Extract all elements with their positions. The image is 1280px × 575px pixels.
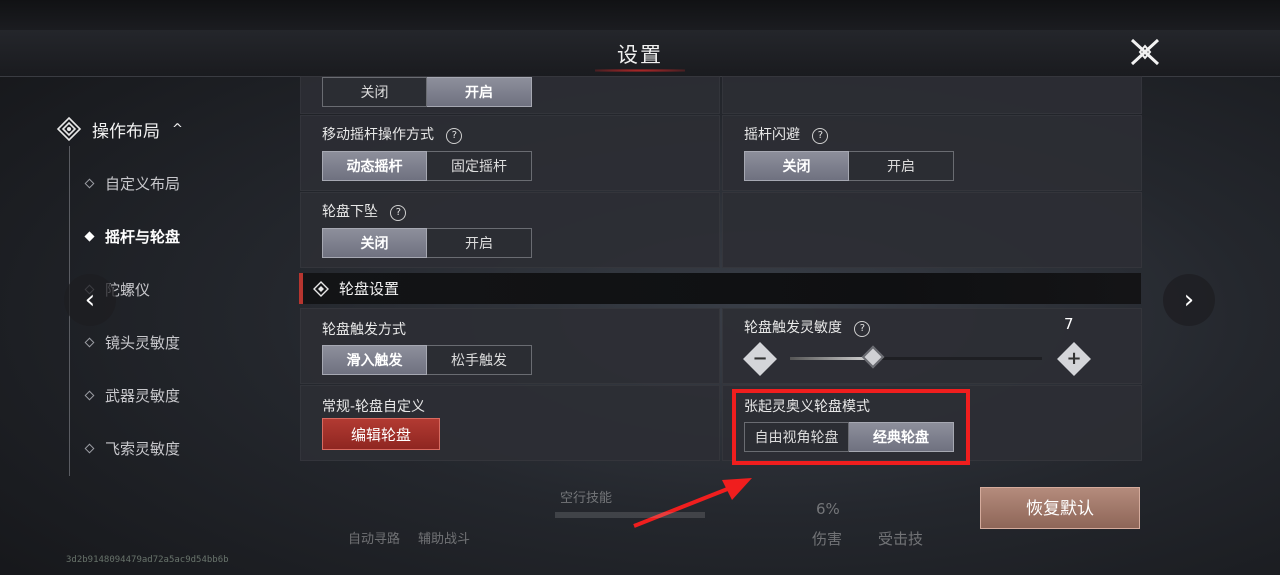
sensitivity-slider[interactable] [790,345,1042,369]
setting-joystick-dodge: 摇杆闪避 ? 关闭 开启 [722,115,1142,191]
trigger-mode-release[interactable]: 松手触发 [427,345,532,375]
wheel-drop-off[interactable]: 关闭 [322,228,427,258]
edit-wheel-button[interactable]: 编辑轮盘 [322,418,440,450]
hud-damage-label: 伤害 [812,530,843,548]
wheel-drop-segmented: 关闭 开启 [322,228,532,258]
section-accent-bar [299,273,303,304]
title-bar: 设置 [0,30,1280,77]
bullet-icon [84,390,95,400]
joystick-mode-fixed[interactable]: 固定摇杆 [427,151,532,181]
wheel-settings-section-header: 轮盘设置 [299,273,1141,304]
joystick-dodge-off[interactable]: 关闭 [744,151,849,181]
joystick-dodge-label: 摇杆闪避 [744,127,800,143]
joystick-dodge-label-row: 摇杆闪避 ? [744,124,829,144]
setting-wheel-drop: 轮盘下坠 ? 关闭 开启 [300,192,720,268]
setting-panel-empty [722,192,1142,268]
page-title: 设置 [0,39,1280,72]
section-title: 轮盘设置 [339,280,400,298]
top-toggle-off[interactable]: 关闭 [322,77,427,107]
trigger-mode-segmented: 滑入触发 松手触发 [322,345,532,375]
hud-skill-bar-label: 空行技能 [560,491,613,506]
chevron-up-icon: ^ [172,121,183,137]
sidebar-category-layout[interactable]: 操作布局 ^ [56,116,183,142]
joystick-mode-dynamic[interactable]: 动态摇杆 [322,151,427,181]
settings-sidebar: 操作布局 ^ 自定义布局 摇杆与轮盘 陀螺仪 镜头灵敏度 武器灵敏度 飞索灵敏度 [0,76,290,496]
trigger-mode-slide-in[interactable]: 滑入触发 [322,345,427,375]
sidebar-item-grapple-sensitivity[interactable]: 飞索灵敏度 [84,435,181,461]
diamond-layout-icon [56,116,82,142]
sensitivity-increase-button[interactable]: + [1057,342,1091,376]
prev-page-button[interactable]: ‹ [64,274,116,326]
next-page-button[interactable]: › [1163,274,1215,326]
sidebar-item-label: 镜头灵敏度 [105,333,181,352]
bullet-icon [84,178,95,188]
sidebar-item-label: 飞索灵敏度 [105,439,181,458]
chevron-left-icon: ‹ [84,285,96,315]
setting-ultimate-wheel-mode: 张起灵奥义轮盘模式 自由视角轮盘 经典轮盘 [722,385,1142,461]
chevron-right-icon: › [1183,285,1195,315]
bullet-icon [84,337,95,347]
game-top-strip [0,0,1280,30]
bullet-icon [84,231,95,241]
close-icon[interactable] [1128,37,1162,67]
help-icon[interactable]: ? [812,128,829,144]
diamond-section-icon [313,281,329,297]
trigger-mode-label: 轮盘触发方式 [322,322,406,338]
hud-hit-skill: 受击技 [878,530,924,548]
hud-assist-fight: 辅助战斗 [418,532,471,547]
setting-joystick-mode: 移动摇杆操作方式 ? 动态摇杆 固定摇杆 [300,115,720,191]
wheel-drop-label: 轮盘下坠 [322,204,378,220]
sidebar-item-label: 摇杆与轮盘 [105,227,181,246]
bullet-icon [84,443,95,453]
joystick-mode-label-row: 移动摇杆操作方式 ? [322,124,463,144]
status-bar-text: 3d2b9148094479ad72a5ac9d54bb6b [66,555,229,565]
hud-damage-percent: 6% [816,500,840,518]
ultimate-mode-segmented: 自由视角轮盘 经典轮盘 [744,422,954,452]
wheel-drop-on[interactable]: 开启 [427,228,532,258]
joystick-dodge-segmented: 关闭 开启 [744,151,954,181]
top-toggle-on[interactable]: 开启 [427,77,532,107]
setting-panel-top-right [722,76,1142,114]
plus-icon: + [1066,348,1082,369]
sensitivity-value: 7 [1064,315,1074,333]
wheel-drop-label-row: 轮盘下坠 ? [322,201,407,221]
sidebar-item-camera-sensitivity[interactable]: 镜头灵敏度 [84,329,181,355]
ultimate-mode-label: 张起灵奥义轮盘模式 [744,399,870,415]
top-toggle-segmented: 关闭 开启 [322,77,532,107]
ultimate-mode-classic[interactable]: 经典轮盘 [849,422,954,452]
sidebar-item-label: 武器灵敏度 [105,386,181,405]
restore-defaults-button[interactable]: 恢复默认 [980,487,1140,529]
annotation-arrow-icon [633,478,752,528]
joystick-dodge-on[interactable]: 开启 [849,151,954,181]
minus-icon: − [752,348,768,369]
ultimate-mode-free-view[interactable]: 自由视角轮盘 [744,422,849,452]
help-icon[interactable]: ? [390,205,407,221]
hud-auto-path: 自动寻路 [348,532,401,547]
sensitivity-slider-fill [790,357,874,360]
help-icon[interactable]: ? [446,128,463,144]
sidebar-item-custom-layout[interactable]: 自定义布局 [84,170,181,196]
sidebar-item-joystick-wheel[interactable]: 摇杆与轮盘 [84,223,181,249]
sidebar-item-weapon-sensitivity[interactable]: 武器灵敏度 [84,382,181,408]
sensitivity-decrease-button[interactable]: − [743,342,777,376]
joystick-mode-label: 移动摇杆操作方式 [322,127,434,143]
setting-panel-top-left: 关闭 开启 [300,76,720,114]
help-icon[interactable]: ? [854,321,871,337]
sidebar-category-label: 操作布局 [92,121,160,142]
joystick-mode-segmented: 动态摇杆 固定摇杆 [322,151,532,181]
hud-skill-bar [555,512,705,518]
custom-wheel-label: 常规-轮盘自定义 [322,399,426,415]
sensitivity-label: 轮盘触发灵敏度 [744,320,842,336]
sensitivity-label-row: 轮盘触发灵敏度 ? [744,317,871,337]
setting-wheel-trigger-mode: 轮盘触发方式 滑入触发 松手触发 [300,308,720,384]
sidebar-item-label: 自定义布局 [105,174,181,193]
